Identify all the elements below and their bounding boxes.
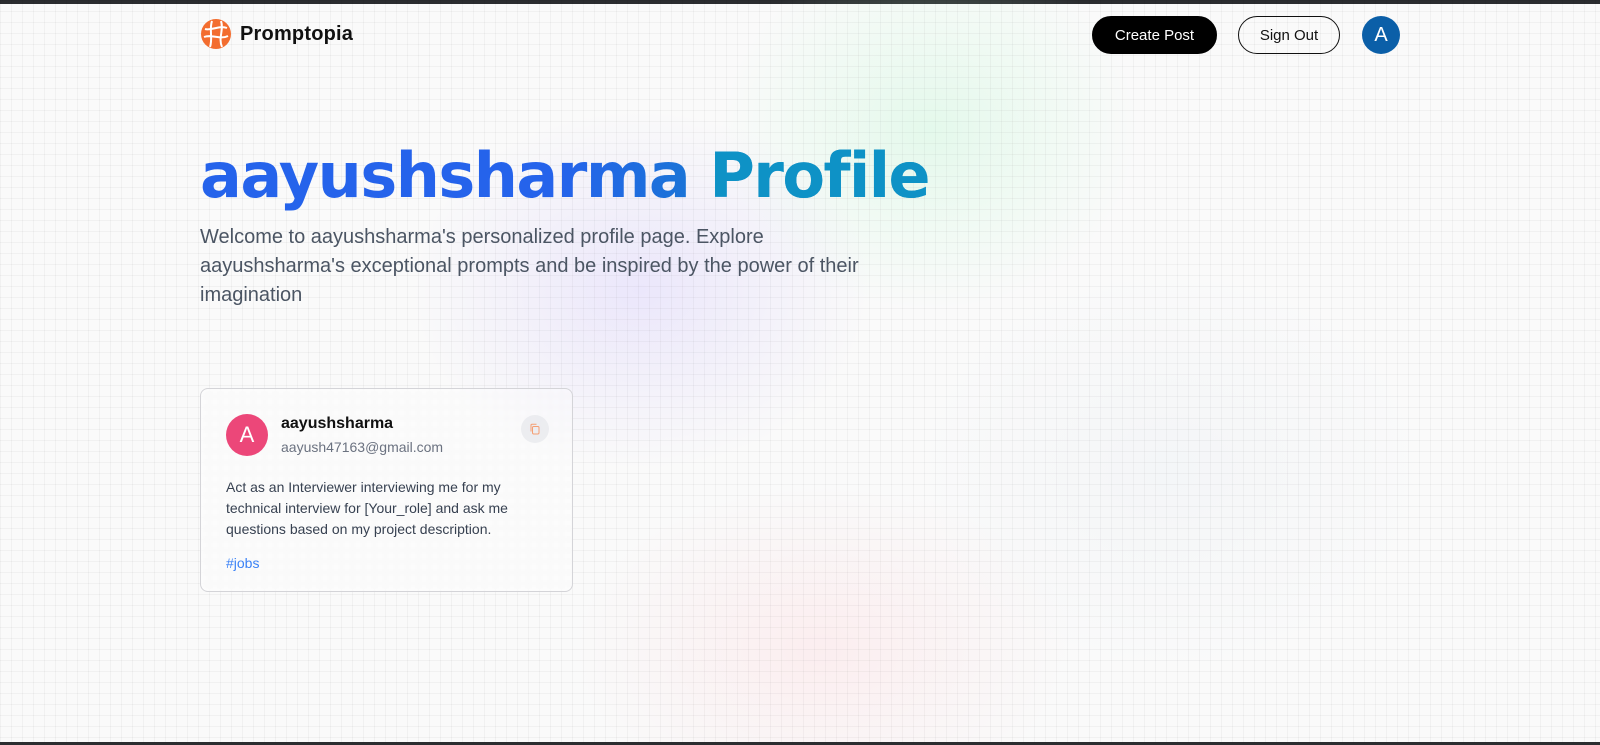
promptopia-logo-icon [201, 19, 231, 49]
profile-avatar[interactable]: A [1362, 16, 1400, 54]
prompt-card-header[interactable]: A aayushsharma aayush47163@gmail.com [226, 414, 548, 457]
profile-header: aayushsharma Profile Welcome to aayushsh… [200, 139, 930, 310]
creator-info: aayushsharma aayush47163@gmail.com [281, 414, 443, 457]
brand-link[interactable]: Promptopia [200, 18, 353, 50]
create-post-button[interactable]: Create Post [1092, 16, 1217, 54]
profile-name: aayushsharma [200, 139, 690, 212]
creator-email: aayush47163@gmail.com [281, 439, 444, 455]
copy-icon [530, 423, 540, 435]
prompt-tag[interactable]: #jobs [226, 555, 259, 571]
navbar: Promptopia Create Post Sign Out A [0, 4, 1600, 70]
creator-avatar[interactable]: A [226, 414, 268, 456]
sign-out-button[interactable]: Sign Out [1238, 16, 1340, 54]
background-grid [0, 0, 1600, 745]
prompt-text: Act as an Interviewer interviewing me fo… [226, 479, 508, 537]
brand-name: Promptopia [240, 22, 354, 45]
profile-title-suffix: Profile [709, 139, 930, 212]
copy-button[interactable] [521, 415, 549, 443]
page-title: aayushsharma Profile [200, 139, 930, 212]
nav-actions: Create Post Sign Out A [1092, 16, 1400, 54]
prompt-card: A aayushsharma aayush47163@gmail.com Act… [200, 388, 573, 592]
creator-username[interactable]: aayushsharma [281, 414, 443, 434]
profile-description: Welcome to aayushsharma's personalized p… [200, 226, 859, 307]
